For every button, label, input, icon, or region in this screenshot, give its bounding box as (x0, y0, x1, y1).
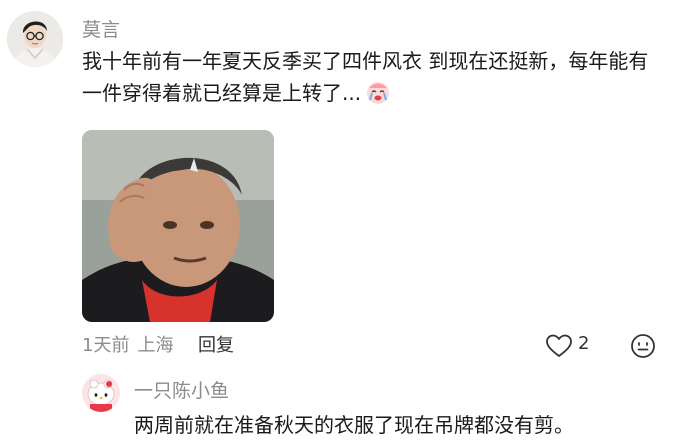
comment-time: 1天前 (82, 335, 130, 356)
comment-image[interactable] (82, 130, 274, 322)
reply-text: 两周前就在准备秋天的衣服了现在吊牌都没有剪。 (134, 413, 574, 437)
heart-outline-icon (546, 334, 572, 357)
avatar[interactable] (7, 11, 63, 67)
comment-meta: 1天前 上海 (82, 331, 181, 357)
like-count: 2 (578, 333, 590, 354)
like-button[interactable]: 2 (545, 333, 607, 359)
reply-username[interactable]: 一只陈小鱼 (134, 376, 229, 403)
reply-avatar[interactable] (82, 374, 120, 412)
crying-face-emoji (365, 79, 391, 105)
comment-username[interactable]: 莫言 (82, 15, 120, 42)
comment-location: 上海 (137, 335, 174, 356)
reply-button[interactable]: 回复 (198, 331, 234, 357)
face-icon[interactable] (630, 333, 656, 359)
comment-text-block: 我十年前有一年夏天反季买了四件风衣 到现在还挺新，每年能有一件穿得着就已经算是上… (82, 45, 667, 109)
